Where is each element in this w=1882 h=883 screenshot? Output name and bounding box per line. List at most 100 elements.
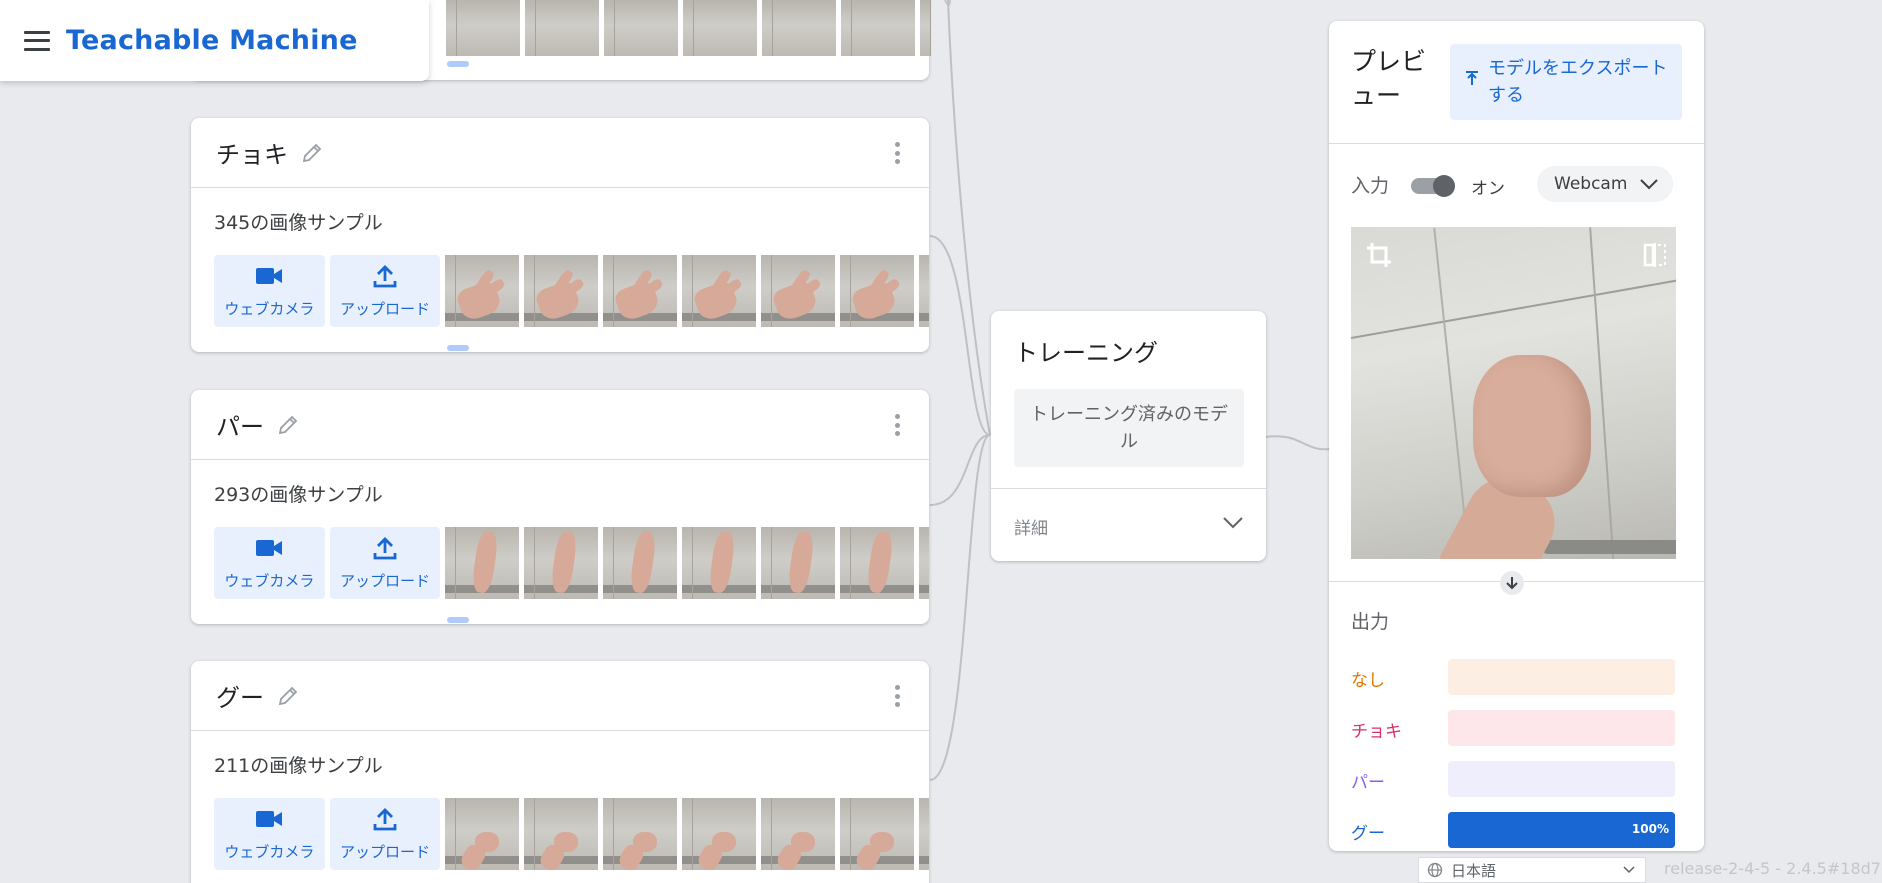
thumbnail-scrollbar[interactable]: [447, 61, 469, 67]
sample-thumbnail[interactable]: [761, 798, 836, 870]
sample-thumbnail[interactable]: [682, 798, 757, 870]
toggle-state-label: オン: [1471, 179, 1505, 199]
sample-thumbnail[interactable]: [524, 798, 599, 870]
advanced-label[interactable]: 詳細: [1014, 514, 1048, 539]
globe-icon: [1427, 862, 1443, 878]
output-class-name: なし: [1351, 671, 1385, 691]
app-header: Teachable Machine: [0, 0, 429, 81]
edit-icon[interactable]: [300, 141, 324, 165]
sample-thumbnail[interactable]: [524, 527, 599, 599]
expand-icon[interactable]: [1222, 516, 1244, 530]
class-card-body: 293の画像サンプルウェブカメラ アップロード: [191, 460, 929, 630]
sample-count: 345の画像サンプル: [214, 212, 383, 234]
version-label: release-2-4-5 - 2.4.5#18d7c: [1664, 859, 1882, 878]
crop-icon[interactable]: [1365, 241, 1393, 269]
app-title[interactable]: Teachable Machine: [66, 25, 358, 56]
upload-button[interactable]: アップロード: [329, 798, 441, 870]
output-row: パー: [1351, 761, 1678, 797]
sample-thumbnail[interactable]: [603, 255, 678, 327]
class-card-header: パー: [191, 390, 929, 460]
class-card: パー 293の画像サンプルウェブカメラ アップロード: [191, 390, 929, 624]
sample-thumbnail[interactable]: [445, 527, 520, 599]
sample-thumbnail[interactable]: [525, 0, 599, 56]
more-vert-icon[interactable]: [895, 685, 901, 707]
sample-thumbnail[interactable]: [919, 527, 929, 599]
flip-icon[interactable]: [1642, 241, 1668, 269]
edit-icon[interactable]: [276, 413, 300, 437]
class-card-body: 211の画像サンプルウェブカメラ アップロード: [191, 731, 929, 883]
videocam-icon: [255, 806, 283, 836]
confidence-bar: 100%: [1448, 812, 1675, 848]
sample-thumbnail[interactable]: [919, 798, 929, 870]
edit-icon[interactable]: [276, 684, 300, 708]
more-vert-icon[interactable]: [895, 414, 901, 436]
input-label: 入力: [1351, 175, 1390, 197]
sample-count: 211の画像サンプル: [214, 755, 383, 777]
preview-panel: プレビュー モデルをエクスポートする 入力 オン Webcam 出力 なし チョキ…: [1329, 21, 1704, 851]
sample-thumbnail[interactable]: [762, 0, 836, 56]
upload-icon: [371, 806, 399, 836]
sample-thumbnail[interactable]: [683, 0, 757, 56]
sample-thumbnail[interactable]: [524, 255, 599, 327]
sample-thumbnail[interactable]: [445, 798, 520, 870]
confidence-percent: 100%: [1631, 822, 1669, 836]
sample-thumbnails: [445, 255, 929, 327]
sample-thumbnail[interactable]: [682, 527, 757, 599]
sample-row: ウェブカメラ アップロード: [214, 798, 929, 870]
confidence-bar: [1448, 659, 1675, 695]
sample-thumbnail[interactable]: [445, 255, 520, 327]
upload-icon: [371, 535, 399, 565]
output-row: チョキ: [1351, 710, 1678, 746]
more-vert-icon[interactable]: [895, 142, 901, 164]
webcam-button-label: ウェブカメラ: [224, 572, 315, 590]
sample-thumbnail[interactable]: [604, 0, 678, 56]
output-row: なし: [1351, 659, 1678, 695]
sample-thumbnail[interactable]: [920, 0, 931, 56]
sample-row: ウェブカメラ アップロード: [214, 255, 929, 327]
sample-thumbnail[interactable]: [919, 255, 929, 327]
sample-thumbnail[interactable]: [840, 798, 915, 870]
sample-thumbnail[interactable]: [841, 0, 915, 56]
export-model-button[interactable]: モデルをエクスポートする: [1450, 44, 1682, 120]
class-name[interactable]: チョキ: [216, 135, 288, 170]
sample-thumbnail[interactable]: [761, 527, 836, 599]
videocam-icon: [255, 535, 283, 565]
sample-thumbnail[interactable]: [840, 527, 915, 599]
input-source-select[interactable]: Webcam: [1537, 166, 1673, 202]
confidence-bar: [1448, 761, 1675, 797]
sample-thumbnails: [445, 527, 929, 599]
sample-thumbnail[interactable]: [682, 255, 757, 327]
thumbnail-scrollbar[interactable]: [447, 345, 469, 351]
sample-thumbnails: [446, 0, 931, 56]
class-card: チョキ 345の画像サンプルウェブカメラ アップロード: [191, 118, 929, 352]
sample-thumbnail[interactable]: [603, 798, 678, 870]
menu-icon[interactable]: [24, 30, 50, 51]
sample-thumbnail[interactable]: [446, 0, 520, 56]
webcam-button[interactable]: ウェブカメラ: [214, 255, 325, 327]
thumbnail-scrollbar[interactable]: [447, 617, 469, 623]
upload-button[interactable]: アップロード: [329, 527, 441, 599]
webcam-button[interactable]: ウェブカメラ: [214, 527, 325, 599]
upload-button-label: アップロード: [340, 572, 431, 590]
sample-thumbnail[interactable]: [761, 255, 836, 327]
webcam-button-label: ウェブカメラ: [224, 843, 315, 861]
chevron-down-icon: [1640, 179, 1658, 190]
divider: [991, 488, 1266, 489]
webcam-button[interactable]: ウェブカメラ: [214, 798, 325, 870]
preview-title: プレビュー: [1351, 47, 1427, 110]
input-toggle[interactable]: [1411, 175, 1455, 197]
output-class-name: パー: [1351, 773, 1385, 793]
sample-row: ウェブカメラ アップロード: [214, 527, 929, 599]
sample-thumbnail[interactable]: [603, 527, 678, 599]
upload-icon: [371, 263, 399, 293]
sample-count: 293の画像サンプル: [214, 484, 383, 506]
language-select[interactable]: 日本語: [1418, 857, 1646, 883]
upload-button[interactable]: アップロード: [329, 255, 441, 327]
sample-thumbnail[interactable]: [840, 255, 915, 327]
class-card-header: チョキ: [191, 118, 929, 188]
train-model-button[interactable]: トレーニング済みのモデル: [1014, 389, 1244, 467]
chevron-down-icon: [1623, 866, 1635, 874]
class-name[interactable]: グー: [216, 678, 264, 713]
class-name[interactable]: パー: [216, 407, 264, 442]
class-card: グー 211の画像サンプルウェブカメラ アップロード: [191, 661, 929, 883]
